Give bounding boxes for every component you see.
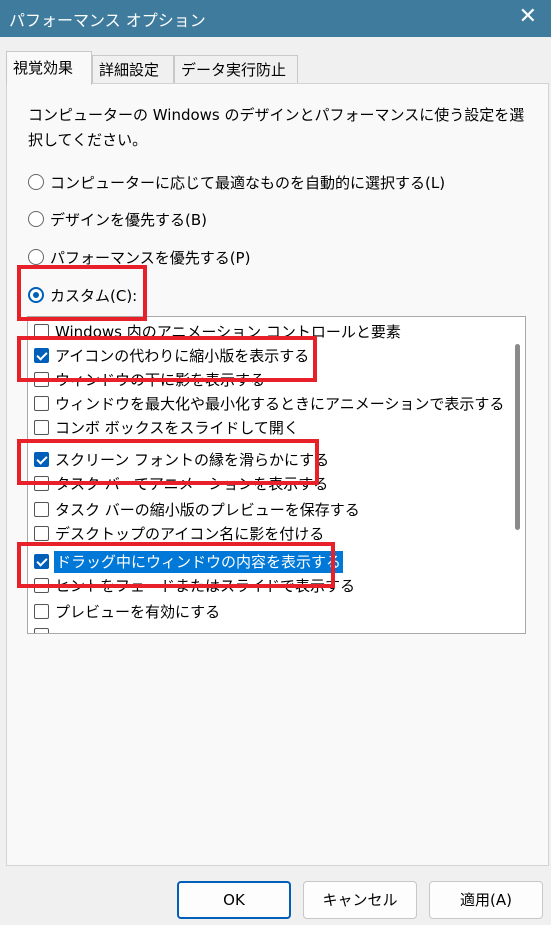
ok-button[interactable]: OK — [177, 881, 291, 919]
tab-visual-effects[interactable]: 視覚効果 — [6, 51, 92, 85]
highlight-box — [17, 336, 317, 382]
highlight-box — [17, 439, 319, 485]
list-item-label: ウィンドウを最大化や最小化するときにアニメーションで表示する — [55, 395, 505, 413]
highlight-box — [17, 542, 335, 588]
checkbox[interactable] — [34, 526, 49, 541]
checkbox[interactable] — [34, 420, 49, 435]
radio-label: デザインを優先する(B) — [50, 211, 207, 229]
checkbox[interactable] — [34, 604, 49, 619]
radio-button[interactable] — [28, 211, 44, 227]
checkbox[interactable] — [34, 396, 49, 411]
list-item-label: タスク バーの縮小版のプレビューを保存する — [55, 501, 360, 519]
tab-data-execution-prevention[interactable]: データ実行防止 — [174, 55, 298, 83]
scrollbar[interactable] — [513, 321, 523, 629]
cancel-button[interactable]: キャンセル — [303, 881, 417, 919]
tab-advanced[interactable]: 詳細設定 — [92, 55, 174, 83]
radio-button[interactable] — [28, 249, 44, 265]
window-title: パフォーマンス オプション — [9, 11, 206, 30]
apply-button[interactable]: 適用(A) — [429, 881, 543, 919]
checkbox[interactable] — [34, 628, 49, 633]
radio-label: コンピューターに応じて最適なものを自動的に選択する(L) — [50, 174, 446, 192]
description-text: コンピューターの Windows のデザインとパフォーマンスに使う設定を選択して… — [28, 106, 525, 149]
title-bar: パフォーマンス オプション ✕ — [0, 0, 551, 37]
list-item-label: コンボ ボックスをスライドして開く — [55, 419, 299, 437]
radio-button[interactable] — [28, 174, 44, 190]
list-item-label: プレビューを有効にする — [55, 603, 221, 621]
highlight-box — [17, 265, 147, 321]
close-icon[interactable]: ✕ — [519, 4, 537, 29]
scrollbar-thumb[interactable] — [515, 344, 520, 530]
checkbox[interactable] — [34, 502, 49, 517]
